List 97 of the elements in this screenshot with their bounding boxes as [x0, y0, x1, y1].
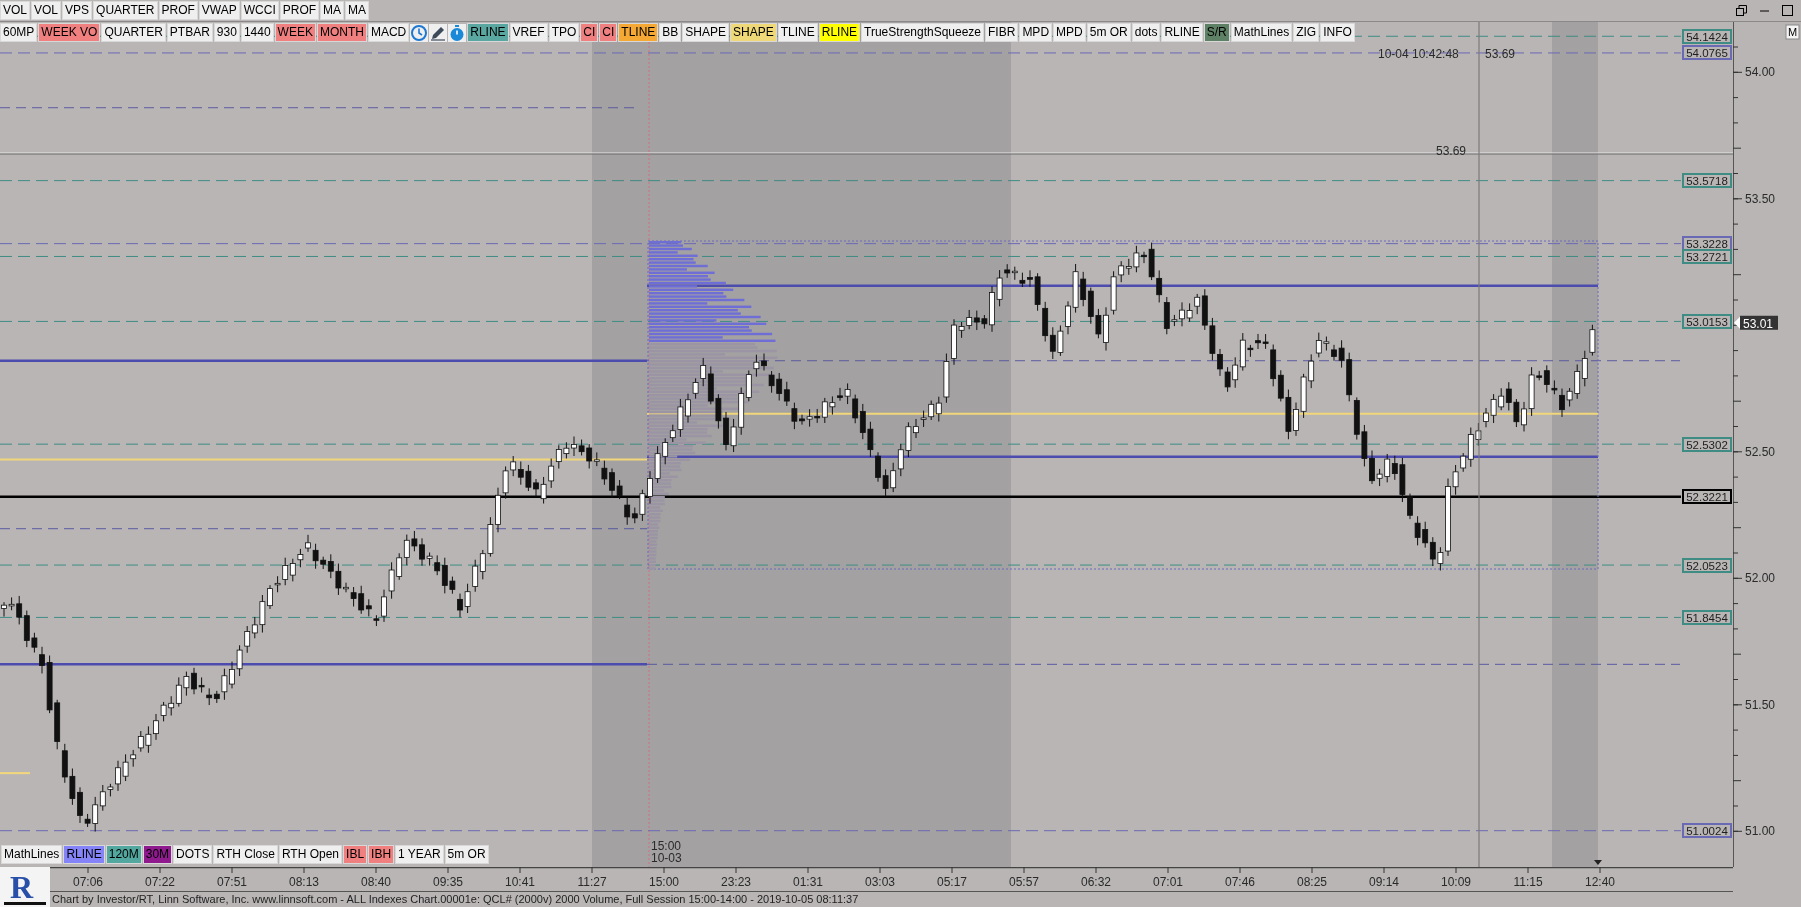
- toolbar-button[interactable]: TLINE: [618, 23, 659, 42]
- price-level-label: 51.0024: [1682, 823, 1732, 838]
- toolbar-button[interactable]: MACD: [367, 23, 410, 42]
- toolbar-button[interactable]: WEEK VO: [38, 23, 101, 42]
- price-level-label: 54.1424: [1682, 29, 1732, 44]
- time-axis-label: 11:15: [1513, 875, 1543, 889]
- session-start-date: 10-03: [651, 851, 682, 865]
- toolbar-button[interactable]: CI: [599, 23, 618, 42]
- toolbar-button[interactable]: PTBAR: [166, 23, 213, 42]
- price-level-label: 51.8454: [1682, 610, 1732, 625]
- toolbar-button[interactable]: PROF: [158, 1, 198, 20]
- toolbar-button[interactable]: DOTS: [173, 845, 213, 864]
- toolbar-button[interactable]: WCCI: [240, 1, 279, 20]
- toolbar-button[interactable]: 5m OR: [1086, 23, 1131, 42]
- toolbar-button[interactable]: TLINE: [777, 23, 818, 42]
- toolbar-button[interactable]: VREF: [509, 23, 548, 42]
- toolbar-button[interactable]: RLINE: [63, 845, 105, 864]
- toolbar-button[interactable]: 930: [213, 23, 240, 42]
- time-axis-label: 07:06: [73, 875, 103, 889]
- time-axis-label: 09:14: [1369, 875, 1399, 889]
- time-axis-label: 07:01: [1153, 875, 1183, 889]
- price-level-label: 53.0153: [1682, 314, 1732, 329]
- toolbar-button[interactable]: 1440: [240, 23, 274, 42]
- price-level-label: 52.0523: [1682, 558, 1732, 573]
- toolbar-button[interactable]: VWAP: [198, 1, 240, 20]
- time-axis-label: 07:46: [1225, 875, 1255, 889]
- toolbar-button[interactable]: CI: [580, 23, 599, 42]
- logo: R: [0, 867, 50, 907]
- time-axis-label: 07:22: [145, 875, 175, 889]
- price-level-label: 53.5718: [1682, 173, 1732, 188]
- toolbar-button[interactable]: MA: [320, 1, 345, 20]
- time-axis-label: 09:35: [433, 875, 463, 889]
- toolbar-button[interactable]: QUARTER: [93, 1, 158, 20]
- time-axis-label: 23:23: [721, 875, 751, 889]
- toolbar-button[interactable]: BB: [659, 23, 682, 42]
- time-axis-label: 05:57: [1009, 875, 1039, 889]
- time-axis-label: 11:27: [577, 875, 607, 889]
- toolbar-button[interactable]: 60MP: [0, 23, 38, 42]
- toolbar-button[interactable]: MONTH: [316, 23, 367, 42]
- toolbar-button[interactable]: VOL: [0, 1, 30, 20]
- toolbar-button[interactable]: MA: [345, 1, 370, 20]
- time-axis-label: 06:32: [1081, 875, 1111, 889]
- toolbar-button[interactable]: TrueStrengthSqueeze: [861, 23, 985, 42]
- toolbar-button[interactable]: ZIG: [1293, 23, 1320, 42]
- crosshair-price-marker: 53.69: [1436, 144, 1467, 158]
- toolbar-button[interactable]: IBH: [368, 845, 395, 864]
- price-axis-label: 54.00: [1745, 65, 1776, 80]
- toolbar-button[interactable]: TPO: [548, 23, 580, 42]
- toolbar-button[interactable]: PROF: [279, 1, 320, 20]
- toolbar-button[interactable]: 120M: [105, 845, 142, 864]
- toolbar-button[interactable]: RTH Close: [213, 845, 278, 864]
- time-axis-label: 08:13: [289, 875, 319, 889]
- time-axis-label: 03:03: [865, 875, 895, 889]
- price-axis-label: 52.50: [1745, 444, 1776, 459]
- toolbar-button[interactable]: RLINE: [467, 23, 509, 42]
- toolbar-button[interactable]: MPD: [1019, 23, 1053, 42]
- toolbar-button[interactable]: FIBR: [985, 23, 1019, 42]
- time-axis-label: 12:40: [1585, 875, 1615, 889]
- time-axis-label: 05:17: [937, 875, 967, 889]
- time-axis-label: 08:40: [361, 875, 391, 889]
- toolbar-button[interactable]: SHAPE: [682, 23, 729, 42]
- price-level-label: 52.5302: [1682, 437, 1732, 452]
- price-axis-label: 51.00: [1745, 824, 1776, 839]
- time-axis-label: 08:25: [1297, 875, 1327, 889]
- toolbar-button[interactable]: WEEK: [274, 23, 316, 42]
- toolbar-button[interactable]: MPD: [1053, 23, 1086, 42]
- price-axis-label: 52.00: [1745, 571, 1776, 586]
- session-start-time: 15:00: [651, 839, 682, 853]
- price-level-label: 54.0765: [1682, 45, 1732, 60]
- time-axis-label: 07:51: [217, 875, 247, 889]
- toolbar-button[interactable]: INFO: [1320, 23, 1355, 42]
- toolbar-button[interactable]: SHAPE: [730, 23, 777, 42]
- toolbar-button[interactable]: 5m OR: [444, 845, 489, 864]
- time-axis-label: 15:00: [649, 875, 679, 889]
- toolbar-button[interactable]: IBL: [343, 845, 368, 864]
- time-axis-label: 01:31: [793, 875, 823, 889]
- crosshair-time: 10-04 10:42:48: [1378, 47, 1459, 61]
- toolbar-button[interactable]: MathLines: [1, 845, 63, 864]
- price-level-label: 52.3221: [1682, 489, 1732, 504]
- time-axis-label: 10:41: [505, 875, 535, 889]
- toolbar-button[interactable]: VOL: [31, 1, 62, 20]
- price-axis-label: 51.50: [1745, 697, 1776, 712]
- toolbar-button[interactable]: dots: [1131, 23, 1161, 42]
- toolbar-button[interactable]: QUARTER: [101, 23, 166, 42]
- axis-mode-toggle[interactable]: M: [1785, 24, 1800, 40]
- footer-text: Chart by Investor/RT, Linn Software, Inc. www.linnsoft.com - ALL Indexes Chart.00001e: QCL# (2000v) 2000 Volume, Full Session 15:00-14:00 - 2019-10-05 08:11:37: [50, 891, 1733, 907]
- toolbar-button[interactable]: 1 YEAR: [395, 845, 444, 864]
- toolbar-button[interactable]: MathLines: [1230, 23, 1293, 42]
- time-axis-label: 10:09: [1441, 875, 1471, 889]
- toolbar-button[interactable]: VPS: [62, 1, 93, 20]
- toolbar-button[interactable]: RLINE: [1161, 23, 1203, 42]
- price-axis-label: 53.50: [1745, 191, 1776, 206]
- toolbar-button[interactable]: RLINE: [818, 23, 861, 42]
- toolbar-button[interactable]: RTH Open: [278, 845, 343, 864]
- crosshair-price: 53.69: [1485, 47, 1516, 61]
- toolbar-button[interactable]: S/R: [1203, 23, 1230, 42]
- price-level-label: 53.2721: [1682, 249, 1732, 264]
